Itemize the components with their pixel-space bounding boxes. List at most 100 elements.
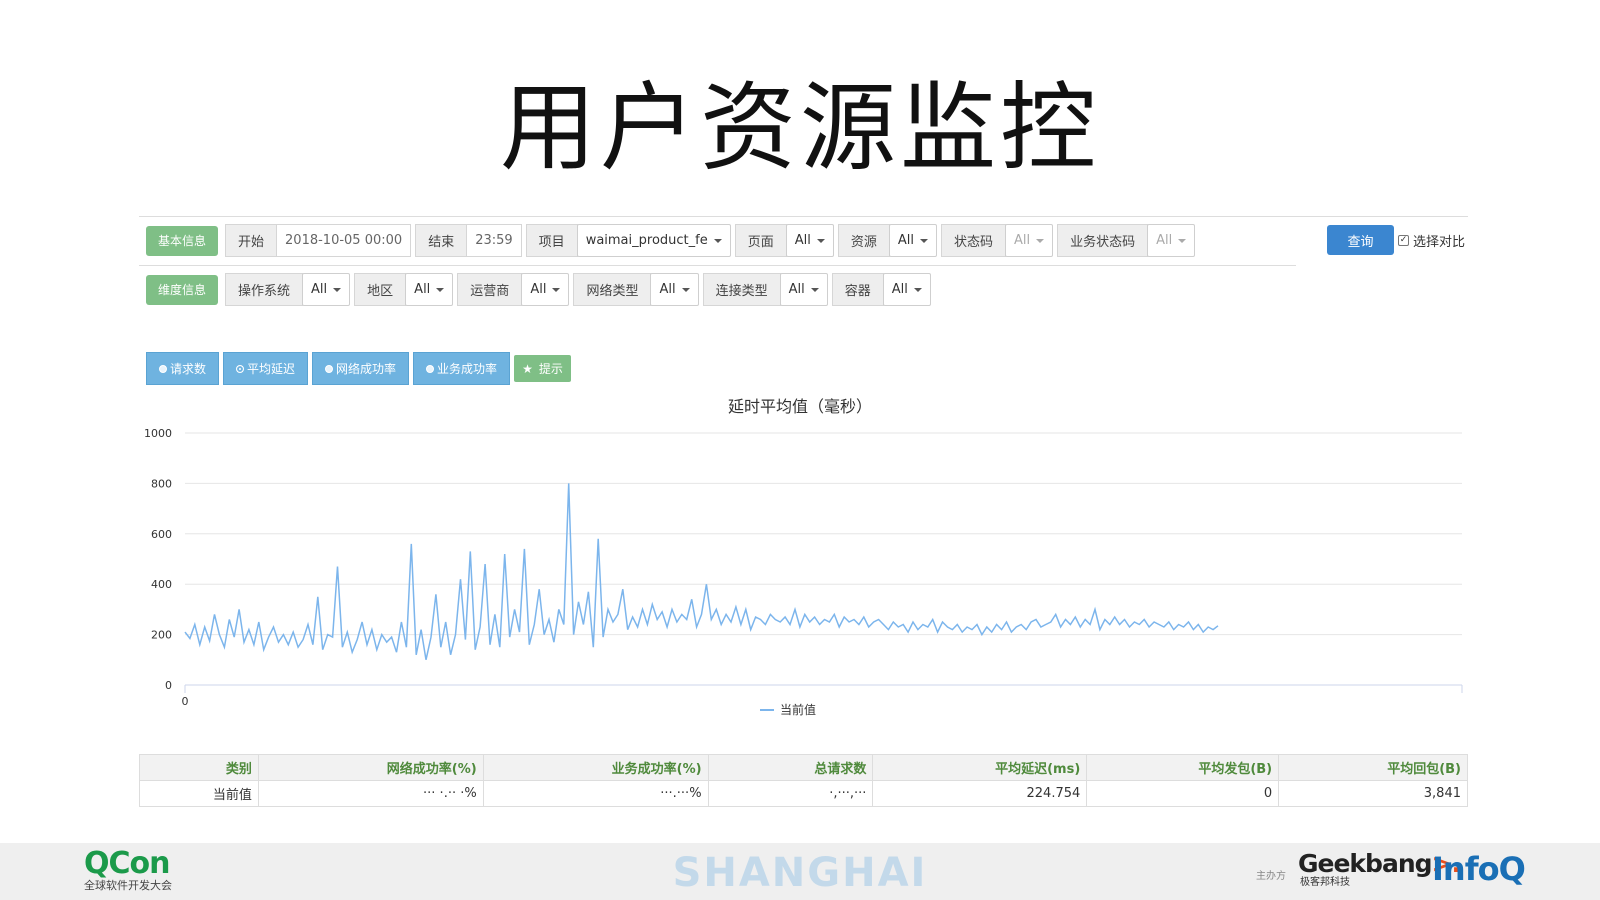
- query-button[interactable]: 查询: [1327, 225, 1394, 255]
- infoq-logo: InfoQ: [1432, 850, 1526, 888]
- page-select[interactable]: All: [785, 224, 834, 257]
- basic-info-button[interactable]: 基本信息: [146, 225, 219, 256]
- region-select-value: All: [414, 282, 431, 297]
- os-label: 操作系统: [225, 273, 304, 306]
- tab-requests[interactable]: 请求数: [146, 352, 220, 385]
- x-tick-label: 0: [182, 695, 189, 708]
- caret-down-icon: [1036, 238, 1045, 243]
- table-cell: 0: [1086, 780, 1280, 807]
- divider: [139, 265, 1296, 266]
- resource-select-value: All: [897, 233, 914, 248]
- sponsor-label: 主办方: [1256, 871, 1286, 882]
- tab-net-success-label: 网络成功率: [336, 362, 397, 376]
- region-select[interactable]: All: [405, 273, 454, 306]
- biz-status-code-label: 业务状态码: [1057, 224, 1149, 257]
- latency-line-chart: 0 200 400 600 800 1000 0 当前值: [144, 427, 1463, 717]
- caret-down-icon: [436, 287, 445, 292]
- resource-select[interactable]: All: [888, 224, 937, 257]
- filter-row-basic: 基本信息 开始 2018-10-05 00:00 结束 23:59 项目 wai…: [146, 224, 1199, 257]
- slide-title: 用户资源监控: [500, 72, 1100, 184]
- caret-down-icon: [816, 238, 825, 243]
- caret-down-icon: [913, 287, 922, 292]
- table-cell: ···.···%: [482, 780, 709, 807]
- resource-label: 资源: [837, 224, 890, 257]
- start-datetime-input[interactable]: 2018-10-05 00:00: [277, 224, 412, 257]
- os-select-value: All: [311, 282, 328, 297]
- y-tick-label: 1000: [144, 427, 172, 440]
- carrier-select-value: All: [530, 282, 547, 297]
- tab-net-success[interactable]: 网络成功率: [312, 352, 410, 385]
- page-label: 页面: [734, 224, 787, 257]
- project-label: 项目: [525, 224, 578, 257]
- tab-avg-latency-label: 平均延迟: [247, 362, 296, 376]
- container-select[interactable]: All: [882, 273, 931, 306]
- status-code-select[interactable]: All: [1005, 224, 1054, 257]
- tab-avg-latency[interactable]: 平均延迟: [223, 352, 309, 385]
- end-time-input[interactable]: 23:59: [467, 224, 522, 257]
- biz-status-code-select-value: All: [1156, 233, 1173, 248]
- chart-title: 延时平均值（毫秒）: [727, 397, 872, 416]
- radio-icon: [325, 364, 334, 373]
- y-tick-label: 400: [151, 578, 172, 591]
- connection-type-select[interactable]: All: [779, 273, 828, 306]
- caret-down-icon: [713, 238, 722, 243]
- tab-biz-success[interactable]: 业务成功率: [413, 352, 511, 385]
- geekbang-wordmark: Geekbang: [1298, 849, 1433, 878]
- compare-toggle[interactable]: ✓ 选择对比: [1398, 231, 1465, 250]
- region-label: 地区: [354, 273, 407, 306]
- dimension-info-button[interactable]: 维度信息: [146, 274, 219, 305]
- table-cell: ··· ·.·· ·%: [257, 780, 484, 807]
- biz-status-code-select[interactable]: All: [1147, 224, 1196, 257]
- column-header[interactable]: 业务成功率(%): [482, 754, 709, 781]
- end-label: 结束: [415, 224, 468, 257]
- hint-button[interactable]: ★ 提示: [514, 355, 571, 382]
- legend-item[interactable]: 当前值: [780, 702, 816, 717]
- column-header[interactable]: 总请求数: [707, 754, 874, 781]
- table-header-row: 类别 网络成功率(%) 业务成功率(%) 总请求数 平均延迟(ms) 平均发包(…: [139, 754, 1468, 781]
- table-cell: 3,841: [1278, 780, 1468, 807]
- page-select-value: All: [794, 233, 811, 248]
- summary-table: 类别 网络成功率(%) 业务成功率(%) 总请求数 平均延迟(ms) 平均发包(…: [139, 754, 1468, 807]
- caret-down-icon: [810, 287, 819, 292]
- y-tick-label: 200: [151, 629, 172, 642]
- os-select[interactable]: All: [302, 273, 351, 306]
- caret-down-icon: [1178, 238, 1187, 243]
- project-select[interactable]: waimai_product_fe: [576, 224, 731, 257]
- connection-type-select-value: All: [788, 282, 805, 297]
- y-tick-label: 0: [165, 679, 172, 692]
- network-type-select-value: All: [659, 282, 676, 297]
- caret-down-icon: [552, 287, 561, 292]
- radio-icon: [426, 364, 435, 373]
- caret-down-icon: [920, 238, 928, 243]
- table-cell: ·,···,···: [707, 780, 874, 807]
- y-tick-label: 800: [151, 477, 172, 490]
- series-line: [184, 483, 1219, 660]
- connection-type-label: 连接类型: [702, 273, 781, 306]
- column-header[interactable]: 网络成功率(%): [257, 754, 484, 781]
- status-code-label: 状态码: [941, 224, 1007, 257]
- tab-requests-label: 请求数: [170, 362, 207, 376]
- network-type-select[interactable]: All: [650, 273, 699, 306]
- carrier-select[interactable]: All: [521, 273, 570, 306]
- column-header[interactable]: 类别: [139, 754, 259, 781]
- column-header[interactable]: 平均发包(B): [1086, 754, 1280, 781]
- table-row: 当前值 ··· ·.·· ·% ···.···% ·,···,··· 224.7…: [139, 780, 1468, 807]
- caret-down-icon: [333, 287, 342, 292]
- column-header[interactable]: 平均回包(B): [1278, 754, 1468, 781]
- tab-biz-success-label: 业务成功率: [437, 362, 498, 376]
- compare-label: 选择对比: [1413, 235, 1466, 250]
- y-tick-label: 600: [151, 528, 172, 541]
- status-code-select-value: All: [1014, 233, 1031, 248]
- table-cell: 224.754: [872, 780, 1088, 807]
- metric-tabs: 请求数 平均延迟 网络成功率 业务成功率 ★ 提示: [146, 352, 571, 385]
- column-header[interactable]: 平均延迟(ms): [872, 754, 1088, 781]
- filter-row-dimension: 维度信息 操作系统 All 地区 All 运营商 All 网络类型 All 连接…: [146, 273, 935, 306]
- radio-selected-icon: [236, 364, 245, 373]
- table-cell: 当前值: [139, 780, 259, 807]
- caret-down-icon: [681, 287, 690, 292]
- network-type-label: 网络类型: [573, 273, 652, 306]
- slide-footer: QCon 全球软件开发大会 SHANGHAI 主办方 Geekbang>. 极客…: [0, 843, 1600, 900]
- star-icon: ★: [522, 361, 533, 376]
- compare-checkbox[interactable]: ✓: [1398, 235, 1409, 246]
- carrier-label: 运营商: [457, 273, 523, 306]
